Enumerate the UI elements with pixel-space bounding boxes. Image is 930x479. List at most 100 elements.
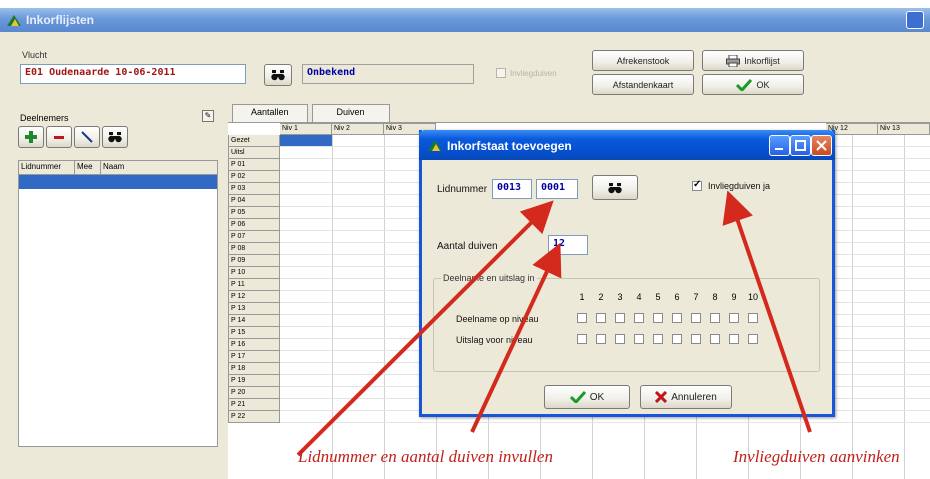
column-header[interactable]: Naam — [101, 161, 217, 174]
binoculars-icon — [608, 182, 622, 193]
invliegduiven-main-checkbox[interactable]: Invliegduiven — [496, 68, 557, 78]
dialog-ok-button[interactable]: OK — [544, 385, 630, 409]
grid-column-header[interactable]: Niv 1 — [280, 123, 332, 135]
deelname-level-checkbox[interactable] — [615, 313, 625, 323]
column-header[interactable]: Lidnummer — [19, 161, 75, 174]
deelname-level-checkbox[interactable] — [748, 313, 758, 323]
invliegduiven-checkbox[interactable]: Invliegduiven ja — [692, 179, 770, 191]
dialog-title: Inkorfstaat toevoegen — [447, 139, 572, 153]
tab-aantallen[interactable]: Aantallen — [232, 104, 308, 122]
grid-row-header[interactable]: P 11 — [228, 279, 280, 291]
grid-column-header[interactable]: Niv 13 — [878, 123, 930, 135]
maximize-icon[interactable] — [790, 135, 811, 156]
grid-column-header[interactable]: Niv 2 — [332, 123, 384, 135]
search-flight-button[interactable] — [264, 64, 292, 86]
grid-row-header[interactable]: P 03 — [228, 183, 280, 195]
deelname-level-checkbox[interactable] — [596, 313, 606, 323]
inkorflijst-button[interactable]: Inkorflijst — [702, 50, 804, 71]
grid-line — [280, 422, 930, 423]
cancel-button[interactable]: Annuleren — [640, 385, 732, 409]
grid-row-header[interactable]: P 19 — [228, 375, 280, 387]
tab-duiven[interactable]: Duiven — [311, 104, 390, 122]
deelname-level-checkbox[interactable] — [691, 313, 701, 323]
uitslag-level-checkbox[interactable] — [710, 334, 720, 344]
deelname-level-checkbox[interactable] — [577, 313, 587, 323]
grid-row-header[interactable]: P 16 — [228, 339, 280, 351]
remove-participant-button[interactable] — [46, 126, 72, 148]
uitslag-level-checkbox[interactable] — [729, 334, 739, 344]
printer-icon — [726, 54, 741, 67]
minimize-icon[interactable] — [769, 135, 790, 156]
unknown-field: Onbekend — [302, 64, 474, 84]
main-window-button[interactable] — [906, 11, 924, 29]
participant-list[interactable]: Lidnummer Mee Naam — [18, 160, 218, 447]
plus-icon — [25, 131, 37, 143]
grid-row-header[interactable]: P 12 — [228, 291, 280, 303]
grid-row-header[interactable]: P 22 — [228, 411, 280, 423]
edit-participant-button[interactable] — [74, 126, 100, 148]
selected-row[interactable] — [19, 175, 217, 189]
aantal-duiven-field[interactable]: 12 — [548, 235, 588, 255]
checkmark-icon — [736, 78, 753, 91]
uitslag-level-checkbox[interactable] — [653, 334, 663, 344]
grid-row-header[interactable]: P 02 — [228, 171, 280, 183]
lidnummer-field-1[interactable]: 0013 — [492, 179, 532, 199]
grid-row-header[interactable]: P 14 — [228, 315, 280, 327]
grid-row-header[interactable]: Gezet — [228, 135, 280, 147]
uitslag-label: Uitslag voor niveau — [456, 335, 533, 345]
deelname-level-checkbox[interactable] — [729, 313, 739, 323]
grid-row-header[interactable]: P 13 — [228, 303, 280, 315]
deelname-level-checkbox[interactable] — [672, 313, 682, 323]
grid-row-header[interactable]: P 06 — [228, 219, 280, 231]
grid-row-header[interactable]: P 04 — [228, 195, 280, 207]
uitslag-level-checkbox[interactable] — [615, 334, 625, 344]
dialog-ok-label: OK — [589, 391, 605, 403]
inkorflijst-label: Inkorflijst — [744, 55, 780, 66]
deelname-level-checkbox[interactable] — [710, 313, 720, 323]
checkbox-checked[interactable] — [692, 179, 702, 191]
afstandenkaart-button[interactable]: Afstandenkaart — [592, 74, 694, 95]
grid-row-header[interactable]: P 08 — [228, 243, 280, 255]
search-participant-button[interactable] — [102, 126, 128, 148]
deelname-level-checkbox[interactable] — [634, 313, 644, 323]
add-participant-button[interactable] — [18, 126, 44, 148]
close-icon[interactable] — [811, 135, 832, 156]
minus-icon — [54, 136, 64, 139]
grid-row-header[interactable]: P 07 — [228, 231, 280, 243]
grid-row-header[interactable]: P 15 — [228, 327, 280, 339]
grid-line — [332, 135, 333, 479]
afrekenstook-button[interactable]: Afrekenstook — [592, 50, 694, 71]
level-number: 1 — [579, 292, 585, 302]
grid-row-header[interactable]: P 21 — [228, 399, 280, 411]
uitslag-level-checkbox[interactable] — [672, 334, 682, 344]
level-number: 3 — [617, 292, 623, 302]
pin-icon[interactable]: ✎ — [202, 110, 214, 122]
grid-row-header[interactable]: P 09 — [228, 255, 280, 267]
binoculars-icon — [271, 70, 285, 81]
grid-row-header[interactable]: P 17 — [228, 351, 280, 363]
lidnummer-field-2[interactable]: 0001 — [536, 179, 578, 199]
column-header[interactable]: Mee — [75, 161, 101, 174]
uitslag-level-checkbox[interactable] — [634, 334, 644, 344]
grid-tabs: Aantallen Duiven — [232, 104, 394, 122]
grid-row-header[interactable]: P 05 — [228, 207, 280, 219]
uitslag-level-checkbox[interactable] — [596, 334, 606, 344]
app-icon — [7, 15, 21, 26]
uitslag-level-checkbox[interactable] — [577, 334, 587, 344]
uitslag-level-checkbox[interactable] — [691, 334, 701, 344]
app-icon — [428, 140, 442, 151]
checkbox-box[interactable] — [496, 68, 506, 78]
level-number: 4 — [636, 292, 642, 302]
grid-row-header[interactable]: P 10 — [228, 267, 280, 279]
participation-group-title: Deelname en uitslag in — [441, 273, 537, 283]
grid-line — [384, 135, 385, 479]
search-member-button[interactable] — [592, 175, 638, 200]
flight-field[interactable]: E01 Oudenaarde 10-06-2011 — [20, 64, 246, 84]
uitslag-level-checkbox[interactable] — [748, 334, 758, 344]
main-ok-button[interactable]: OK — [702, 74, 804, 95]
grid-row-header[interactable]: P 18 — [228, 363, 280, 375]
deelname-level-checkbox[interactable] — [653, 313, 663, 323]
grid-row-header[interactable]: P 20 — [228, 387, 280, 399]
grid-row-header[interactable]: Uitsl — [228, 147, 280, 159]
grid-row-header[interactable]: P 01 — [228, 159, 280, 171]
